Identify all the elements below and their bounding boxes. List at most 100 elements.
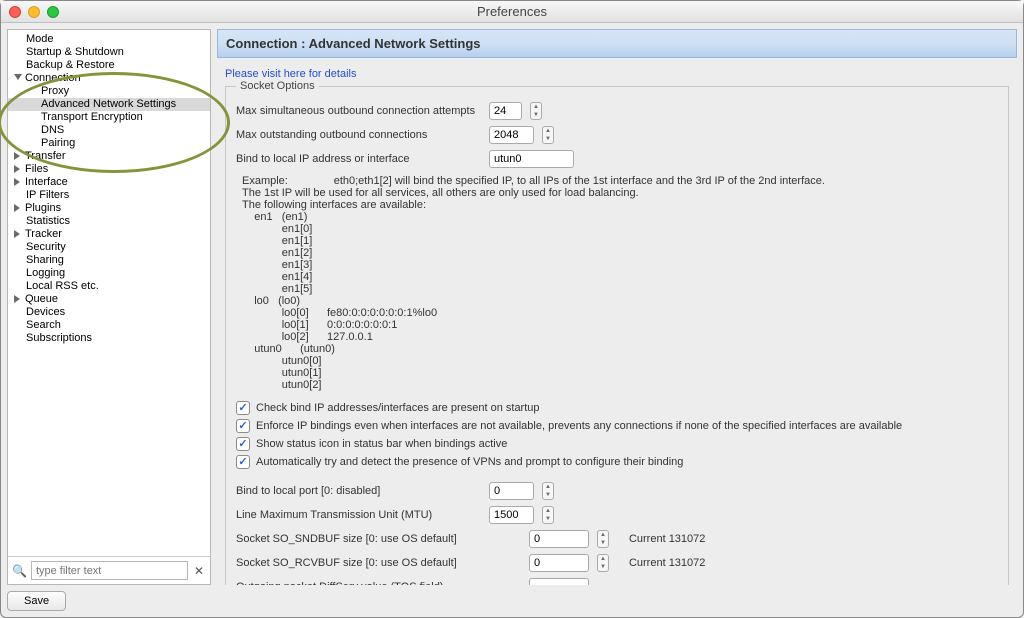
chevron-right-icon[interactable] xyxy=(14,295,23,304)
sidebar-item-label: Tracker xyxy=(25,228,62,241)
sidebar-item-plugins[interactable]: Plugins xyxy=(8,202,210,215)
sidebar-item-label: Statistics xyxy=(26,215,70,228)
sidebar-item-search[interactable]: Search xyxy=(8,319,210,332)
sidebar-item-label: Backup & Restore xyxy=(26,59,115,72)
sndbuf-stepper[interactable]: ▲▼ xyxy=(597,530,609,548)
sidebar-item-label: Startup & Shutdown xyxy=(26,46,124,59)
sidebar-item-transport-encryption[interactable]: Transport Encryption xyxy=(8,111,210,124)
enforce-bindings-label: Enforce IP bindings even when interfaces… xyxy=(256,420,902,432)
sidebar-item-connection[interactable]: Connection xyxy=(8,72,210,85)
chevron-right-icon[interactable] xyxy=(14,152,23,161)
sidebar-item-logging[interactable]: Logging xyxy=(8,267,210,280)
minimize-window-icon[interactable] xyxy=(28,6,40,18)
sidebar-item-mode[interactable]: Mode xyxy=(8,33,210,46)
check-bind-startup-label: Check bind IP addresses/interfaces are p… xyxy=(256,402,540,414)
sidebar-item-label: Plugins xyxy=(25,202,61,215)
max-outstanding-stepper[interactable]: ▲▼ xyxy=(542,126,554,144)
sndbuf-label: Socket SO_SNDBUF size [0: use OS default… xyxy=(236,533,521,545)
sidebar-item-files[interactable]: Files xyxy=(8,163,210,176)
preferences-sidebar: ModeStartup & ShutdownBackup & RestoreCo… xyxy=(7,29,211,585)
sidebar-item-label: Logging xyxy=(26,267,65,280)
sidebar-item-startup-shutdown[interactable]: Startup & Shutdown xyxy=(8,46,210,59)
bind-port-input[interactable] xyxy=(489,482,534,500)
sidebar-item-dns[interactable]: DNS xyxy=(8,124,210,137)
footer: Save xyxy=(1,585,1023,617)
sidebar-item-backup-restore[interactable]: Backup & Restore xyxy=(8,59,210,72)
interfaces-example-text: Example: eth0;eth1[2] will bind the spec… xyxy=(236,171,998,399)
sidebar-item-label: Queue xyxy=(25,293,58,306)
sidebar-item-label: DNS xyxy=(41,124,64,137)
sidebar-item-subscriptions[interactable]: Subscriptions xyxy=(8,332,210,345)
sidebar-item-label: Connection xyxy=(25,72,81,85)
filter-row: 🔍 ✕ xyxy=(8,556,210,584)
sidebar-item-label: Subscriptions xyxy=(26,332,92,345)
sidebar-item-ip-filters[interactable]: IP Filters xyxy=(8,189,210,202)
sidebar-item-label: Search xyxy=(26,319,61,332)
chevron-right-icon[interactable] xyxy=(14,204,23,213)
filter-input[interactable] xyxy=(31,561,188,580)
mtu-stepper[interactable]: ▲▼ xyxy=(542,506,554,524)
sidebar-item-label: Transport Encryption xyxy=(41,111,143,124)
sidebar-item-label: Transfer xyxy=(25,150,66,163)
rcvbuf-stepper[interactable]: ▲▼ xyxy=(597,554,609,572)
zoom-window-icon[interactable] xyxy=(47,6,59,18)
mtu-label: Line Maximum Transmission Unit (MTU) xyxy=(236,509,481,521)
bind-ip-label: Bind to local IP address or interface xyxy=(236,153,481,165)
window-titlebar: Preferences xyxy=(1,1,1023,23)
max-outstanding-input[interactable] xyxy=(489,126,534,144)
max-outstanding-label: Max outstanding outbound connections xyxy=(236,129,481,141)
window-title: Preferences xyxy=(1,4,1023,19)
panel-heading: Connection : Advanced Network Settings xyxy=(217,29,1017,58)
sidebar-item-proxy[interactable]: Proxy xyxy=(8,85,210,98)
sidebar-item-label: Local RSS etc. xyxy=(26,280,99,293)
sidebar-item-transfer[interactable]: Transfer xyxy=(8,150,210,163)
sidebar-item-pairing[interactable]: Pairing xyxy=(8,137,210,150)
sndbuf-input[interactable] xyxy=(529,530,589,548)
bind-port-stepper[interactable]: ▲▼ xyxy=(542,482,554,500)
sidebar-item-label: Devices xyxy=(26,306,65,319)
chevron-right-icon[interactable] xyxy=(14,178,23,187)
sidebar-item-advanced-network-settings[interactable]: Advanced Network Settings xyxy=(8,98,210,111)
tos-label: Outgoing packet DiffServ value (TOS fiel… xyxy=(236,581,521,585)
sidebar-item-label: Sharing xyxy=(26,254,64,267)
mtu-input[interactable] xyxy=(489,506,534,524)
preferences-tree[interactable]: ModeStartup & ShutdownBackup & RestoreCo… xyxy=(8,30,210,556)
sidebar-item-queue[interactable]: Queue xyxy=(8,293,210,306)
chevron-right-icon[interactable] xyxy=(14,230,23,239)
enforce-bindings-checkbox[interactable] xyxy=(236,419,250,433)
max-simultaneous-input[interactable] xyxy=(489,102,522,120)
bind-ip-input[interactable] xyxy=(489,150,574,168)
sidebar-item-local-rss-etc-[interactable]: Local RSS etc. xyxy=(8,280,210,293)
sndbuf-current: Current 131072 xyxy=(629,533,705,545)
details-link[interactable]: Please visit here for details xyxy=(217,58,1017,84)
sidebar-item-label: Security xyxy=(26,241,66,254)
sidebar-item-devices[interactable]: Devices xyxy=(8,306,210,319)
tos-input[interactable] xyxy=(529,578,589,585)
sidebar-item-label: Mode xyxy=(26,33,54,46)
rcvbuf-input[interactable] xyxy=(529,554,589,572)
check-bind-startup-checkbox[interactable] xyxy=(236,401,250,415)
rcvbuf-current: Current 131072 xyxy=(629,557,705,569)
sidebar-item-tracker[interactable]: Tracker xyxy=(8,228,210,241)
rcvbuf-label: Socket SO_RCVBUF size [0: use OS default… xyxy=(236,557,521,569)
sidebar-item-statistics[interactable]: Statistics xyxy=(8,215,210,228)
sidebar-item-label: Pairing xyxy=(41,137,75,150)
save-button[interactable]: Save xyxy=(7,591,66,611)
sidebar-item-label: Proxy xyxy=(41,85,69,98)
sidebar-item-label: Advanced Network Settings xyxy=(41,98,176,111)
group-title: Socket Options xyxy=(236,80,319,92)
detect-vpn-checkbox[interactable] xyxy=(236,455,250,469)
sidebar-item-security[interactable]: Security xyxy=(8,241,210,254)
clear-filter-icon[interactable]: ✕ xyxy=(192,564,206,578)
max-simultaneous-stepper[interactable]: ▲▼ xyxy=(530,102,542,120)
sidebar-item-label: IP Filters xyxy=(26,189,69,202)
detect-vpn-label: Automatically try and detect the presenc… xyxy=(256,456,683,468)
chevron-right-icon[interactable] xyxy=(14,165,23,174)
show-status-icon-checkbox[interactable] xyxy=(236,437,250,451)
sidebar-item-sharing[interactable]: Sharing xyxy=(8,254,210,267)
sidebar-item-interface[interactable]: Interface xyxy=(8,176,210,189)
close-window-icon[interactable] xyxy=(9,6,21,18)
chevron-down-icon[interactable] xyxy=(14,74,23,83)
sidebar-item-label: Files xyxy=(25,163,48,176)
search-icon: 🔍 xyxy=(12,564,27,578)
